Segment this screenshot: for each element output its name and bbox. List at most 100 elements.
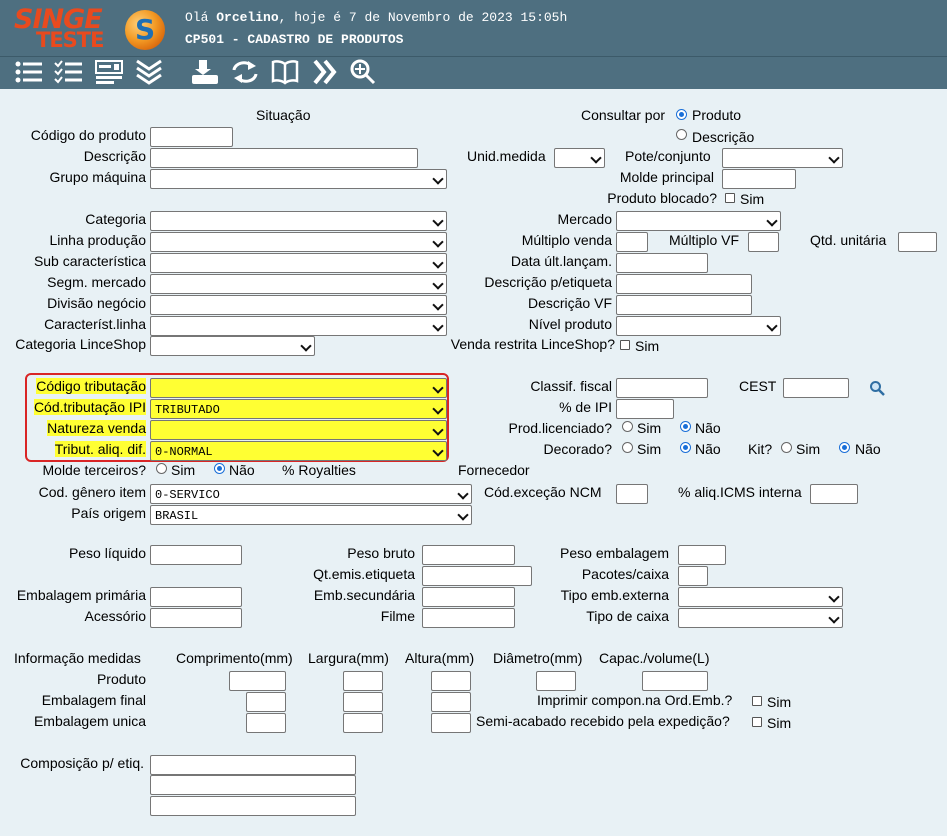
checklist-icon[interactable] [54,58,84,86]
cod-genero-item-select[interactable]: 0-SERVICO [150,484,472,504]
categoria-label: Categoria [85,211,146,227]
natureza-venda-select[interactable] [150,420,447,440]
list-icon[interactable] [14,58,44,86]
peso-bruto-input[interactable] [422,545,515,565]
imprimir-compon-checkbox[interactable] [752,696,762,706]
refresh-icon[interactable] [230,58,260,86]
filme-input[interactable] [422,608,515,628]
grupo-maquina-label: Grupo máquina [49,169,146,185]
grupo-maquina-select[interactable] [150,169,447,189]
caracterist-linha-select[interactable] [150,316,447,336]
categoria-select[interactable] [150,211,447,231]
qtd-unitaria-input[interactable] [898,232,937,252]
pote-conjunto-label: Pote/conjunto [625,148,711,164]
cest-input[interactable] [783,378,849,398]
emb-secundaria-input[interactable] [422,587,515,607]
kit-sim-radio[interactable] [781,442,792,453]
produto-altura-input[interactable] [431,671,471,691]
search-icon[interactable] [869,380,885,396]
nivel-produto-select[interactable] [616,316,781,336]
zoom-icon[interactable] [348,58,378,86]
embalagem-final-comprimento-input[interactable] [246,692,286,712]
tribut-aliq-dif-value: 0-NORMAL [155,445,213,459]
cod-tributacao-ipi-label: Cód.tributação IPI [33,399,146,415]
embalagem-final-largura-input[interactable] [343,692,383,712]
pais-origem-select[interactable]: BRASIL [150,505,472,525]
segm-mercado-select[interactable] [150,274,447,294]
unid-medida-select[interactable] [554,148,605,168]
prod-licenciado-sim-radio[interactable] [622,421,633,432]
perc-ipi-input[interactable] [616,399,674,419]
codigo-tributacao-select[interactable] [150,378,447,398]
classif-fiscal-input[interactable] [616,378,708,398]
imprimir-compon-label: Imprimir compon.na Ord.Emb.? [537,692,733,708]
produto-comprimento-input[interactable] [229,671,286,691]
peso-liquido-input[interactable] [150,545,242,565]
chevron-down-icon [766,320,778,332]
embalagem-unica-largura-input[interactable] [343,713,383,733]
decorado-nao-radio[interactable] [680,442,691,453]
data-ult-lancam-input[interactable] [616,253,708,273]
descricao-vf-input[interactable] [616,295,752,315]
produto-diametro-input[interactable] [536,671,576,691]
embalagem-unica-altura-input[interactable] [431,713,471,733]
situacao-label: Situação [256,107,311,123]
tipo-emb-externa-select[interactable] [678,587,843,607]
multiplo-vf-input[interactable] [748,232,779,252]
descricao-etiqueta-label: Descrição p/etiqueta [484,274,612,290]
codigo-produto-input[interactable] [150,127,233,147]
tribut-aliq-dif-select[interactable]: 0-NORMAL [150,441,447,461]
cod-excecao-ncm-input[interactable] [616,484,648,504]
embalagem-primaria-input[interactable] [150,587,242,607]
embalagem-final-altura-input[interactable] [431,692,471,712]
categoria-linceshop-select[interactable] [150,336,315,356]
molde-terceiros-nao-radio[interactable] [214,463,225,474]
descricao-etiqueta-input[interactable] [616,274,752,294]
tipo-de-caixa-label: Tipo de caixa [586,608,669,624]
peso-embalagem-input[interactable] [678,545,726,565]
produto-blocado-checkbox[interactable] [725,193,735,203]
prod-licenciado-nao-radio[interactable] [680,421,691,432]
tipo-de-caixa-select[interactable] [678,608,843,628]
imprimir-compon-sim: Sim [767,694,792,710]
print-icon[interactable] [190,58,220,86]
kit-sim-label: Sim [796,441,821,457]
consultar-produto-radio[interactable] [676,109,687,120]
aliq-icms-interna-input[interactable] [810,484,858,504]
composicao-etiq-input-1[interactable] [150,755,356,775]
semi-acabado-checkbox[interactable] [752,717,762,727]
embalagem-unica-comprimento-input[interactable] [246,713,286,733]
multiplo-venda-label: Múltiplo venda [521,232,612,248]
divisao-negocio-select[interactable] [150,295,447,315]
sub-caracteristica-label: Sub característica [33,253,146,269]
forward-icon[interactable] [310,58,340,86]
venda-restrita-checkbox[interactable] [620,340,630,350]
linha-producao-select[interactable] [150,232,447,252]
multiplo-venda-input[interactable] [616,232,648,252]
book-icon[interactable] [270,58,300,86]
categoria-linceshop-label: Categoria LinceShop [15,336,146,352]
qt-emis-etiqueta-input[interactable] [422,566,532,586]
cod-excecao-ncm-label: Cód.exceção NCM [484,484,602,500]
kit-nao-radio[interactable] [839,442,850,453]
classif-fiscal-label: Classif. fiscal [530,378,612,394]
cod-tributacao-ipi-select[interactable]: TRIBUTADO [150,399,447,419]
sub-caracteristica-select[interactable] [150,253,447,273]
linha-producao-label: Linha produção [49,232,146,248]
consultar-descricao-radio[interactable] [676,129,687,140]
composicao-etiq-input-3[interactable] [150,796,356,816]
largura-label: Largura(mm) [308,650,389,666]
composicao-etiq-input-2[interactable] [150,775,356,795]
molde-principal-input[interactable] [722,169,796,189]
pacotes-caixa-input[interactable] [678,566,708,586]
decorado-sim-radio[interactable] [622,442,633,453]
molde-terceiros-sim-radio[interactable] [156,463,167,474]
form-icon[interactable] [94,58,124,86]
chevrons-down-icon[interactable] [134,58,164,86]
produto-capac-volume-input[interactable] [642,671,708,691]
acessorio-input[interactable] [150,608,242,628]
pote-conjunto-select[interactable] [722,148,843,168]
produto-largura-input[interactable] [343,671,383,691]
descricao-input[interactable] [150,148,418,168]
mercado-select[interactable] [616,211,781,231]
